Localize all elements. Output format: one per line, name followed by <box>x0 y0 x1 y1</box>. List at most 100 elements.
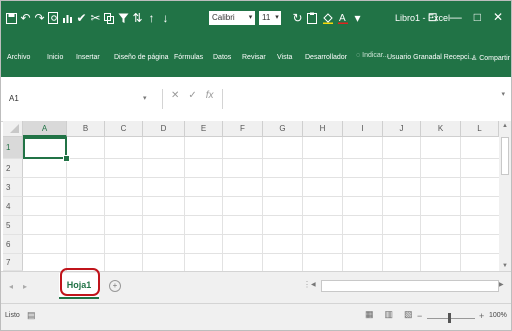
column-header-h[interactable]: H <box>303 121 343 137</box>
column-header-f[interactable]: F <box>223 121 263 137</box>
sheet-next-icon[interactable]: ▸ <box>23 282 27 291</box>
highlight-annotation <box>60 268 100 296</box>
spelling-icon[interactable]: ✔ <box>75 10 88 26</box>
column-header-k[interactable]: K <box>421 121 461 137</box>
column-header-b[interactable]: B <box>67 121 105 137</box>
font-name-dropdown-icon[interactable]: ▾ <box>246 11 255 25</box>
row-header-3[interactable]: 3 <box>3 178 23 197</box>
tell-me-text: Indicar... <box>362 52 389 59</box>
copy-icon[interactable] <box>103 10 116 26</box>
share-button[interactable]: ♙ Compartir <box>471 54 510 62</box>
column-header-e[interactable]: E <box>185 121 223 137</box>
tab-insertar[interactable]: Insertar <box>76 54 100 61</box>
tab-desarrollador[interactable]: Desarrollador <box>305 54 347 61</box>
view-buttons: ▦ ▥ ▧ <box>365 309 413 320</box>
tab-inicio[interactable]: Inicio <box>47 54 63 61</box>
filter-icon[interactable] <box>117 10 130 26</box>
customize-toolbar-icon[interactable]: ▾ <box>351 10 364 26</box>
insert-chart-icon[interactable] <box>61 10 74 26</box>
horizontal-scrollbar[interactable] <box>321 280 499 292</box>
preview-icon[interactable] <box>47 10 60 26</box>
sheet-prev-icon[interactable]: ◂ <box>9 282 13 291</box>
row-gridline <box>23 215 499 216</box>
save-icon[interactable] <box>5 10 18 26</box>
row-header-1[interactable]: 1 <box>3 137 23 159</box>
vertical-scroll-thumb[interactable] <box>501 137 509 175</box>
macro-record-icon[interactable]: ▤ <box>27 310 36 321</box>
row-header-7[interactable]: 7 <box>3 254 23 271</box>
tab-vista[interactable]: Vista <box>277 54 292 61</box>
row-gridline <box>23 158 499 159</box>
row-header-5[interactable]: 5 <box>3 216 23 235</box>
column-header-a[interactable]: A <box>23 121 67 137</box>
tab-diseno-de-pagina[interactable]: Diseño de página <box>114 54 169 61</box>
font-size-dropdown-icon[interactable]: ▾ <box>273 11 281 25</box>
person-icon: ♙ <box>471 55 478 62</box>
add-sheet-button[interactable]: + <box>109 280 121 292</box>
tab-formulas[interactable]: Fórmulas <box>174 54 203 61</box>
window-controls: ⊡ — □ ✕ <box>428 10 503 24</box>
tab-revisar[interactable]: Revisar <box>242 54 266 61</box>
expand-formula-bar-icon[interactable]: ▾ <box>501 90 505 98</box>
paste-icon[interactable] <box>306 10 319 26</box>
tab-archivo[interactable]: Archivo <box>7 54 30 61</box>
column-header-g[interactable]: G <box>263 121 303 137</box>
column-header-i[interactable]: I <box>343 121 383 137</box>
column-header-l[interactable]: L <box>461 121 499 137</box>
name-box-dropdown-icon[interactable]: ▾ <box>143 90 147 107</box>
scroll-down-icon[interactable]: ▼ <box>502 263 508 269</box>
normal-view-icon[interactable]: ▦ <box>365 309 374 320</box>
scroll-right-icon[interactable]: ▶ <box>499 281 504 288</box>
lightbulb-icon: ◌ <box>356 52 361 59</box>
quick-access-toolbar: ↶ ↷ ✔ ✂ ⇅ ↑ ↓ <box>5 10 172 26</box>
undo-icon[interactable]: ↶ <box>19 10 32 26</box>
close-icon[interactable]: ✕ <box>493 10 503 24</box>
formula-input[interactable] <box>229 90 489 107</box>
cut-icon[interactable]: ✂ <box>89 10 102 26</box>
row-header-6[interactable]: 6 <box>3 235 23 254</box>
minimize-icon[interactable]: — <box>450 10 462 24</box>
formula-bar: A1 ▾ ✕ ✓ fx ▾ <box>1 77 511 122</box>
row-header-2[interactable]: 2 <box>3 159 23 178</box>
cancel-icon[interactable]: ✕ <box>171 90 179 101</box>
ribbon-tabs: Archivo Inicio Insertar Diseño de página… <box>1 37 511 77</box>
scroll-up-icon[interactable]: ▲ <box>502 123 508 129</box>
scroll-left-icon[interactable]: ◀ <box>311 281 316 288</box>
zoom-slider-thumb[interactable] <box>448 313 451 323</box>
restore-icon[interactable]: □ <box>474 10 481 24</box>
font-color-icon[interactable]: A <box>336 10 349 26</box>
column-header-d[interactable]: D <box>143 121 185 137</box>
sort-az-icon[interactable]: ⇅ <box>131 10 144 26</box>
row-gridline <box>23 177 499 178</box>
zoom-level[interactable]: 100% <box>489 312 507 319</box>
select-all-corner[interactable] <box>3 121 23 137</box>
page-break-view-icon[interactable]: ▧ <box>404 309 413 320</box>
zoom-out-button[interactable]: − <box>417 311 422 321</box>
row-header-4[interactable]: 4 <box>3 197 23 216</box>
title-bar: ↶ ↷ ✔ ✂ ⇅ ↑ ↓ Calibri ▾ 11 ▾ ↻ A ▾ Libro… <box>1 1 511 37</box>
row-gridline <box>23 234 499 235</box>
column-header-j[interactable]: J <box>383 121 421 137</box>
formula-bar-divider <box>162 89 163 109</box>
column-header-c[interactable]: C <box>105 121 143 137</box>
insert-function-icon[interactable]: fx <box>206 90 214 101</box>
page-layout-view-icon[interactable]: ▥ <box>385 309 394 320</box>
ready-status: Listo <box>5 312 20 319</box>
enter-icon[interactable]: ✓ <box>188 90 196 101</box>
fill-color-icon[interactable] <box>321 10 334 26</box>
zoom-in-button[interactable]: + <box>479 311 484 321</box>
tell-me-box[interactable]: ◌ Indicar... <box>356 52 389 59</box>
redo-icon[interactable]: ↷ <box>33 10 46 26</box>
user-account[interactable]: Usuario Granadal Recepci... <box>387 54 475 61</box>
svg-text:A: A <box>339 13 346 24</box>
sort-desc-icon[interactable]: ↓ <box>159 10 172 26</box>
zoom-slider[interactable] <box>427 318 475 319</box>
sort-asc-icon[interactable]: ↑ <box>145 10 158 26</box>
name-box[interactable]: A1 <box>5 90 153 107</box>
fill-handle[interactable] <box>63 155 70 162</box>
tab-split-handle-icon[interactable]: ⋮ <box>303 280 311 289</box>
redo-arrow-icon[interactable]: ↻ <box>291 10 304 26</box>
ribbon-display-options-icon[interactable]: ⊡ <box>428 10 438 24</box>
tab-datos[interactable]: Datos <box>213 54 231 61</box>
active-cell[interactable] <box>23 137 67 159</box>
